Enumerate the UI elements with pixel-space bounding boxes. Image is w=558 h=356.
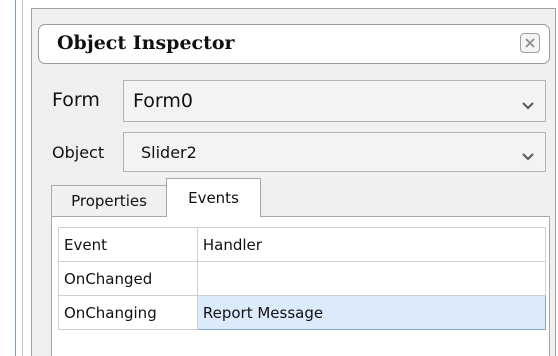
object-select[interactable]: Slider2	[123, 132, 546, 172]
screen: Object Inspector Form Form0 Object Slide…	[0, 0, 558, 356]
event-name-cell[interactable]: OnChanging	[58, 295, 198, 330]
chevron-down-icon	[521, 96, 535, 115]
table-row[interactable]: OnChanging Report Message	[58, 295, 547, 330]
tab-events[interactable]: Events	[166, 178, 261, 217]
event-name-cell[interactable]: OnChanged	[58, 261, 198, 296]
form-select-value: Form0	[133, 90, 193, 112]
title-bar: Object Inspector	[38, 24, 550, 64]
table-row[interactable]: OnChanged	[58, 261, 547, 296]
window-border	[15, 0, 16, 356]
form-select[interactable]: Form0	[123, 80, 546, 122]
close-icon	[524, 34, 536, 53]
window-border-inner	[22, 0, 23, 356]
column-header-handler: Handler	[196, 227, 547, 262]
column-header-event: Event	[58, 227, 198, 262]
handler-cell-selected[interactable]: Report Message	[196, 295, 547, 330]
object-select-value: Slider2	[141, 143, 197, 162]
chevron-down-icon	[521, 147, 535, 166]
handler-cell[interactable]	[196, 261, 547, 296]
events-grid: Event Handler OnChanged OnChanging Repor…	[58, 227, 547, 330]
close-button[interactable]	[520, 33, 540, 53]
form-label: Form	[52, 89, 100, 111]
grid-header-row: Event Handler	[58, 227, 547, 262]
window-title: Object Inspector	[57, 32, 235, 54]
object-label: Object	[52, 143, 105, 162]
tab-properties[interactable]: Properties	[51, 185, 167, 216]
